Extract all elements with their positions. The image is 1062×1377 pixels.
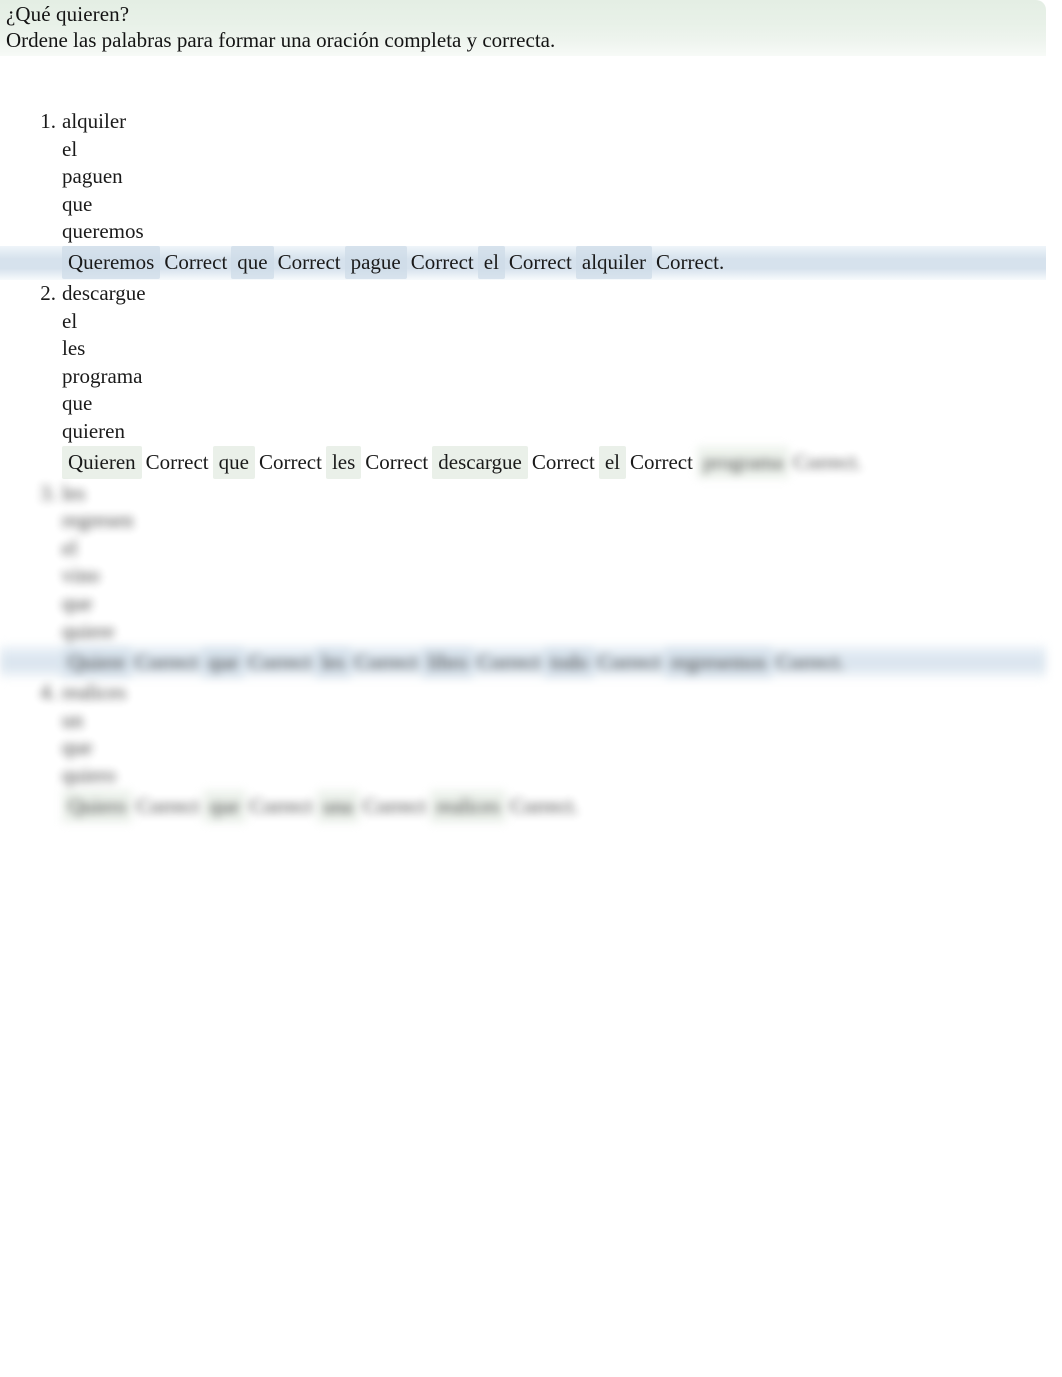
answer-row: Quieren Correct que Correct les Correct descar… [0,446,1062,480]
answer-word[interactable]: regresemos [664,645,773,679]
exercise-number: 1. [40,109,56,133]
page-instructions: Ordene las palabras para formar una orac… [6,28,556,52]
answer-word[interactable]: descargue [432,446,528,480]
correct-marker: Correct [164,250,228,275]
exercise-item: 4. realices un que quiero Quiero Correct que Cor… [0,679,1062,823]
correct-marker: Correct [135,649,199,674]
word-bank-item[interactable]: les [62,335,1062,363]
correct-marker: Correct. [776,649,845,674]
correct-marker: Correct [248,649,312,674]
correct-marker: Correct [136,793,200,818]
word-bank: realices un que quiero [62,679,1062,789]
answer-word[interactable]: Quiere [62,645,132,679]
word-bank-item[interactable]: que [62,390,1062,418]
correct-marker: Correct [277,250,341,275]
answer-word[interactable]: Queremos [62,246,161,280]
word-bank-item[interactable]: quieren [62,418,1062,446]
word-bank-item[interactable]: les [62,480,1062,508]
correct-marker: Correct [508,250,572,275]
exercise-number: 3. [40,480,56,505]
word-bank: les regresen el vino que quiere [62,480,1062,646]
exercise-item: 1. alquiler el paguen que queremos Queremos Cor… [0,108,1062,280]
word-bank-item[interactable]: programa [62,363,1062,391]
correct-marker: Correct [597,649,661,674]
correct-marker: Correct [145,450,209,475]
word-bank-item[interactable]: el [62,535,1062,563]
word-bank-item[interactable]: queremos [62,218,1062,246]
correct-marker: Correct [362,793,426,818]
word-bank-item[interactable]: que [62,734,1062,762]
word-bank-item[interactable]: paguen [62,163,1062,191]
correct-marker: Correct. [793,450,862,475]
answer-row: Quiero Correct que Correct una Correct realice… [0,789,1062,823]
correct-marker: Correct [354,649,418,674]
page-title: ¿Qué quieren? [6,2,130,26]
correct-marker: Correct. [656,250,725,275]
answer-word[interactable]: les [315,645,351,679]
word-bank-item[interactable]: realices [62,679,1062,707]
answer-word[interactable]: que [231,246,274,280]
word-bank-item[interactable]: que [62,191,1062,219]
answer-word[interactable]: una [316,789,359,823]
correct-marker: Correct [629,450,693,475]
word-bank: descargue el les programa que quieren [62,280,1062,446]
answer-word[interactable]: alquiler [575,246,653,280]
correct-marker: Correct [531,450,595,475]
word-bank-item[interactable]: quiero [62,762,1062,790]
answer-word[interactable]: Quiero [62,789,133,823]
exercise-item: 2. descargue el les programa que quieren Quiere… [0,280,1062,480]
word-bank-item[interactable]: alquiler [62,108,1062,136]
word-bank-item[interactable]: el [62,136,1062,164]
word-bank-item[interactable]: que [62,590,1062,618]
blurred-answer-tail: programa Correct. [696,446,866,480]
answer-word[interactable]: libro [421,645,474,679]
answer-tokens: Queremos Correct que Correct pague Correct el C… [62,246,728,280]
exercise-item: 3. les regresen el vino que quiere Quiere Correc… [0,480,1062,680]
word-bank-item[interactable]: el [62,308,1062,336]
correct-marker: Correct [258,450,322,475]
word-bank-item[interactable]: vino [62,562,1062,590]
word-bank: alquiler el paguen que queremos [62,108,1062,246]
answer-word[interactable]: programa [696,446,790,480]
answer-word[interactable]: que [202,645,245,679]
answer-word[interactable]: les [325,446,362,480]
answer-tokens: Quiere Correct que Correct les Correct libro Co… [62,645,849,679]
word-bank-item[interactable]: un [62,707,1062,735]
answer-word[interactable]: realices [429,789,507,823]
word-bank-item[interactable]: regresen [62,507,1062,535]
exercise-number: 4. [40,680,56,705]
answer-row: Quiere Correct que Correct les Correct libro Co… [0,645,1062,680]
exercise-list: 1. alquiler el paguen que queremos Queremos Cor… [0,108,1062,823]
correct-marker: Correct [410,250,474,275]
answer-word[interactable]: el [598,446,626,480]
header-banner: ¿Qué quieren? Ordene las palabras para f… [0,0,1046,56]
answer-word[interactable]: el [477,246,505,280]
answer-word[interactable]: Quieren [62,446,142,480]
answer-tokens: Quiero Correct que Correct una Correct realice… [62,789,582,823]
answer-word[interactable]: que [203,789,246,823]
answer-word[interactable]: pague [344,246,407,280]
exercise-number: 2. [40,280,56,305]
correct-marker: Correct [365,450,429,475]
answer-word[interactable]: todo [544,645,594,679]
answer-tokens: Quieren Correct que Correct les Correct descar… [62,446,866,480]
correct-marker: Correct. [510,793,579,818]
answer-word[interactable]: que [212,446,255,480]
word-bank-item[interactable]: descargue [62,280,1062,308]
answer-row: Queremos Correct que Correct pague Correct el C… [0,245,1062,280]
word-bank-item[interactable]: quiere [62,618,1062,646]
correct-marker: Correct [477,649,541,674]
correct-marker: Correct [249,793,313,818]
